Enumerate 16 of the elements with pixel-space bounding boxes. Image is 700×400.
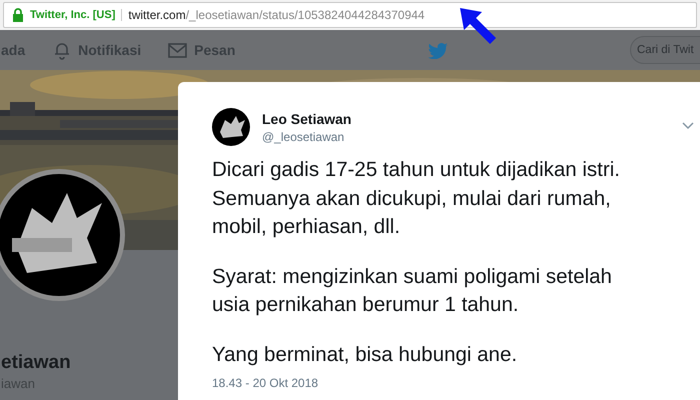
author-name[interactable]: Leo Setiawan [262,110,352,126]
envelope-icon [167,40,188,60]
site-identity[interactable]: Twitter, Inc. [US] [30,9,122,21]
arrow-icon [460,8,496,44]
avatar[interactable] [212,108,250,146]
tweet-timestamp[interactable]: 18.43 - 20 Okt 2018 [212,376,318,390]
tweet-paragraph: Syarat: mengizinkan suami poligami setelah usia pernikahan berumur 1 tahun. [212,264,612,318]
url-text[interactable]: twitter.com/_leosetiawan/status/1053824044284370944 [128,8,425,22]
tweet-paragraph: Dicari gadis 17-25 tahun untuk dijadikan istri. Semuanya akan dicukupi, mulai dari rumah, mobil, perhiasan, dll. [212,157,620,240]
tweet-paragraph: Yang berminat, bisa hubungi ane. [212,342,518,368]
chevron-down-icon[interactable] [682,122,694,130]
search-field[interactable]: Cari di Twit [630,36,700,64]
avatar[interactable] [0,168,126,302]
lock-icon [12,8,24,22]
profile-name: etiawan [1,352,71,374]
author-handle[interactable]: @_leosetiawan [262,130,352,144]
